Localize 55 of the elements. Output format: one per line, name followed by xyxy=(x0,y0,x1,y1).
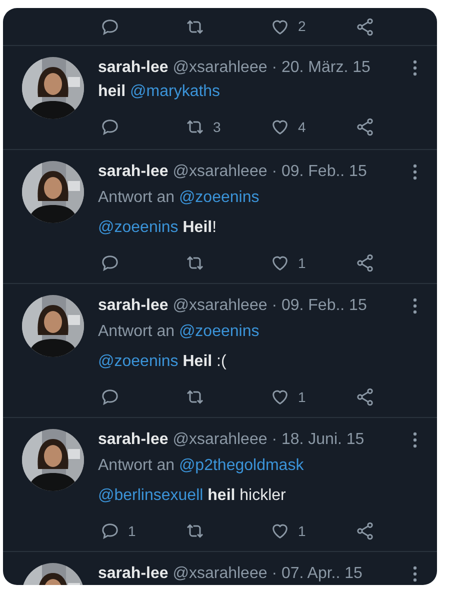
tweet-date: · 20. März. 15 xyxy=(272,59,370,76)
tweet-text: @zoeenins Heil :( xyxy=(98,352,228,372)
count: 2 xyxy=(298,17,306,36)
count: 1 xyxy=(298,522,306,540)
more-icon[interactable] xyxy=(413,60,417,76)
user-name[interactable]: sarah-lee xyxy=(98,431,168,448)
reply-context: Antwort an @zoeenins xyxy=(98,188,260,208)
more-icon[interactable] xyxy=(413,298,417,314)
mention-link[interactable]: @zoeenins xyxy=(98,219,178,236)
reply-icon[interactable] xyxy=(100,387,120,407)
heart-icon[interactable] xyxy=(270,521,290,541)
heart-icon[interactable] xyxy=(270,253,290,273)
reply-icon[interactable] xyxy=(100,521,120,541)
user-name[interactable]: sarah-lee xyxy=(98,297,168,314)
user-handle: @xsarahleee xyxy=(172,163,268,180)
mention-link[interactable]: @marykaths xyxy=(130,83,220,100)
mention-link[interactable]: @berlinsexuell xyxy=(98,487,204,504)
user-handle: @xsarahleee xyxy=(172,59,268,76)
user-handle: @xsarahleee xyxy=(172,565,268,582)
share-icon[interactable] xyxy=(355,253,375,273)
count: 3 xyxy=(213,118,221,136)
more-icon[interactable] xyxy=(413,566,417,582)
user-name[interactable]: sarah-lee xyxy=(98,59,168,76)
heart-icon[interactable] xyxy=(270,117,290,137)
tweet-date: · 09. Feb.. 15 xyxy=(272,297,367,314)
share-icon[interactable] xyxy=(355,16,375,36)
user-handle: @xsarahleee xyxy=(172,297,268,314)
tweet-date: · 09. Feb.. 15 xyxy=(272,163,367,180)
count: 1 xyxy=(298,254,306,272)
count: 1 xyxy=(128,522,136,540)
tweet-date: · 18. Juni. 15 xyxy=(272,431,364,448)
share-icon[interactable] xyxy=(355,521,375,541)
user-name[interactable]: sarah-lee xyxy=(98,565,168,582)
reply-context: Antwort an @zoeenins xyxy=(98,322,260,342)
share-icon[interactable] xyxy=(355,117,375,137)
user-handle: @xsarahleee xyxy=(172,431,268,448)
mention-link[interactable]: @p2thegoldmask xyxy=(178,457,304,474)
reply-icon[interactable] xyxy=(100,253,120,273)
tweet-text: @berlinsexuell heil hickler xyxy=(98,486,287,506)
more-icon[interactable] xyxy=(413,432,417,448)
user-name[interactable]: sarah-lee xyxy=(98,163,168,180)
tweet-text: heil @marykaths xyxy=(98,82,222,102)
reply-icon[interactable] xyxy=(100,117,120,137)
reply-icon[interactable] xyxy=(100,16,120,36)
more-icon[interactable] xyxy=(413,164,417,180)
count: 4 xyxy=(298,118,306,136)
mention-link[interactable]: @zoeenins xyxy=(178,323,260,340)
share-icon[interactable] xyxy=(355,387,375,407)
heart-icon[interactable] xyxy=(270,387,290,407)
mention-link[interactable]: @zoeenins xyxy=(98,353,178,370)
tweet-date: · 07. Apr.. 15 xyxy=(272,565,362,582)
mention-link[interactable]: @zoeenins xyxy=(178,189,260,206)
count: 1 xyxy=(298,388,306,406)
tweet-text: @zoeenins Heil! xyxy=(98,218,218,238)
reply-context: Antwort an @p2thegoldmask xyxy=(98,456,305,476)
